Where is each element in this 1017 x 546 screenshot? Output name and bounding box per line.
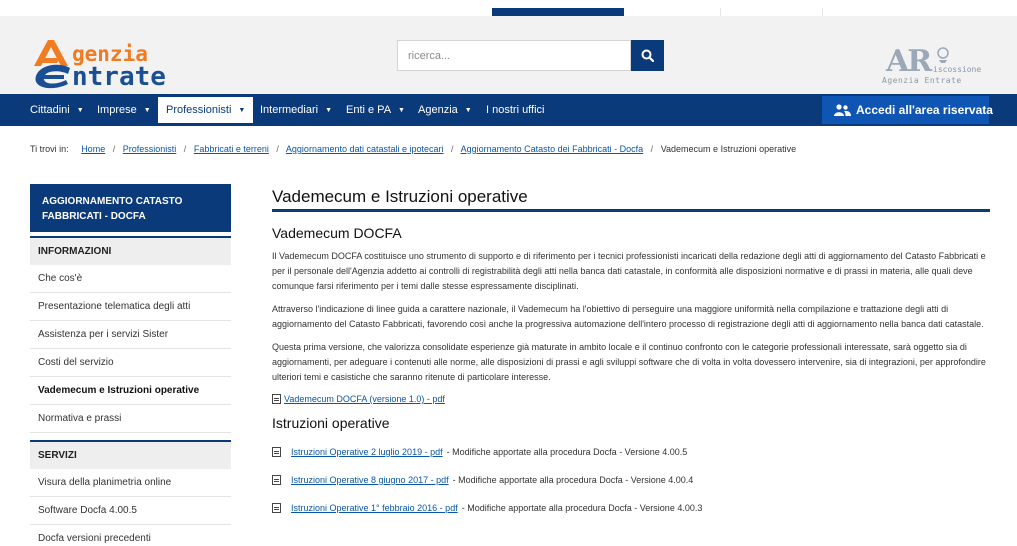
breadcrumb-separator: / (650, 144, 654, 154)
caret-down-icon: ▼ (143, 106, 151, 114)
paragraph: Questa prima versione, che valorizza con… (272, 342, 986, 382)
sidebar-header[interactable]: AGGIORNAMENTO CATASTO FABBRICATI - DOCFA (30, 184, 231, 232)
breadcrumb-separator: / (183, 144, 187, 154)
paragraph: Attraverso l'indicazione di linee guida … (272, 304, 984, 329)
caret-down-icon: ▼ (76, 106, 84, 114)
breadcrumb-link-professionisti[interactable]: Professionisti (123, 144, 177, 154)
sidebar-item-visura[interactable]: Visura della planimetria online (30, 469, 231, 497)
document-icon (272, 447, 281, 457)
list-item: Istruzioni Operative 8 giugno 2017 - pdf… (272, 466, 990, 494)
breadcrumb-separator: / (276, 144, 279, 154)
breadcrumb-link-aggiornamento-dati[interactable]: Aggiornamento dati catastali e ipotecari (286, 144, 444, 154)
agenzia-logo-mark (34, 40, 70, 89)
nav-item-label: Agenzia (418, 104, 458, 116)
sidebar-item-presentazione[interactable]: Presentazione telematica degli atti (30, 293, 231, 321)
document-icon (272, 475, 281, 485)
nav-item-enti-pa[interactable]: Enti e PA ▼ (346, 94, 405, 126)
istruzioni-list: Istruzioni Operative 2 luglio 2019 - pdf… (272, 438, 990, 522)
nav-item-professionisti[interactable]: Professionisti ▼ (158, 97, 254, 123)
top-divider (822, 8, 823, 16)
breadcrumb-link-fabbricati[interactable]: Fabbricati e terreni (194, 144, 269, 154)
search-input[interactable] (398, 41, 630, 70)
section-heading-vademecum: Vademecum DOCFA (272, 225, 402, 241)
reserved-area-label: Accedi all'area riservata (856, 103, 993, 117)
logo-text-line2: ntrate (72, 62, 166, 92)
caret-down-icon: ▼ (238, 106, 246, 114)
search-icon (641, 49, 654, 62)
nav-item-agenzia[interactable]: Agenzia ▼ (418, 94, 472, 126)
ar-logo-letters: AR (886, 44, 932, 79)
paragraph: Il Vademecum DOCFA costituisce uno strum… (272, 251, 986, 291)
breadcrumb-link-docfa[interactable]: Aggiornamento Catasto dei Fabbricati - D… (461, 144, 644, 154)
document-icon (272, 503, 281, 513)
reserved-area-button[interactable]: Accedi all'area riservata (822, 96, 993, 124)
sidebar-section-servizi: SERVIZI (30, 440, 231, 469)
breadcrumb-separator: / (451, 144, 454, 154)
nav-item-label: Cittadini (30, 104, 70, 116)
vademecum-pdf-link[interactable]: Vademecum DOCFA (versione 1.0) - pdf (284, 394, 445, 404)
section-heading-istruzioni: Istruzioni operative (272, 415, 390, 431)
sidebar-item-normativa[interactable]: Normativa e prassi (30, 405, 231, 433)
nav-item-label: Imprese (97, 104, 137, 116)
sidebar-item-che-cose[interactable]: Che cos'è (30, 265, 231, 293)
document-icon (272, 394, 281, 404)
istruzioni-description: - Modifiche apportate alla procedura Doc… (452, 475, 694, 485)
nav-item-label: I nostri uffici (486, 104, 545, 116)
nav-item-label: Enti e PA (346, 104, 392, 116)
caret-down-icon: ▼ (325, 106, 333, 114)
istruzioni-description: - Modifiche apportate alla procedura Doc… (446, 447, 688, 457)
agenzia-riscossione-logo[interactable]: AR iscossione Agenzia Entrate (880, 44, 982, 90)
nav-item-label: Intermediari (260, 104, 319, 116)
istruzioni-pdf-link[interactable]: Istruzioni Operative 8 giugno 2017 - pdf (291, 475, 449, 485)
top-divider (720, 8, 721, 16)
search-field-wrapper (397, 40, 631, 71)
nav-item-cittadini[interactable]: Cittadini ▼ (30, 94, 84, 126)
top-accent-bar (492, 8, 624, 16)
breadcrumb-current: Vademecum e Istruzioni operative (660, 144, 797, 154)
breadcrumb: Ti trovi in: Home / Professionisti / Fab… (30, 144, 796, 154)
caret-down-icon: ▼ (464, 106, 472, 114)
ar-logo-agency-name: Agenzia Entrate (882, 76, 962, 85)
nav-item-nostri-uffici[interactable]: I nostri uffici (486, 94, 545, 126)
sidebar-item-vademecum[interactable]: Vademecum e Istruzioni operative (30, 377, 231, 405)
list-item: Istruzioni Operative 2 luglio 2019 - pdf… (272, 438, 990, 466)
istruzioni-pdf-link[interactable]: Istruzioni Operative 1° febbraio 2016 - … (291, 503, 458, 513)
list-item: Istruzioni Operative 1° febbraio 2016 - … (272, 494, 990, 522)
nav-item-label: Professionisti (166, 104, 232, 116)
sidebar-item-costi[interactable]: Costi del servizio (30, 349, 231, 377)
nav-item-intermediari[interactable]: Intermediari ▼ (260, 94, 332, 126)
sidebar-item-versioni[interactable]: Docfa versioni precedenti (30, 525, 231, 546)
sidebar-item-software[interactable]: Software Docfa 4.00.5 (30, 497, 231, 525)
caret-down-icon: ▼ (398, 106, 405, 114)
sidebar: AGGIORNAMENTO CATASTO FABBRICATI - DOCFA… (30, 184, 231, 546)
sidebar-section-informazioni: INFORMAZIONI (30, 236, 231, 265)
ar-logo-subtitle: iscossione (933, 65, 982, 74)
vademecum-download: Vademecum DOCFA (versione 1.0) - pdf (272, 394, 990, 404)
istruzioni-description: - Modifiche apportate alla procedura Doc… (461, 503, 703, 513)
breadcrumb-separator: / (112, 144, 116, 154)
main-content: Vademecum e Istruzioni operative Vademec… (272, 186, 990, 522)
search-button[interactable] (631, 40, 664, 71)
page-title: Vademecum e Istruzioni operative (272, 186, 990, 212)
sidebar-item-assistenza[interactable]: Assistenza per i servizi Sister (30, 321, 231, 349)
users-icon (834, 104, 851, 116)
istruzioni-pdf-link[interactable]: Istruzioni Operative 2 luglio 2019 - pdf (291, 447, 443, 457)
nav-item-imprese[interactable]: Imprese ▼ (97, 94, 151, 126)
breadcrumb-prefix: Ti trovi in: (30, 144, 69, 154)
breadcrumb-link-home[interactable]: Home (81, 144, 105, 154)
agenzia-entrate-logo[interactable]: genzia ntrate (30, 38, 210, 94)
emblem-icon (937, 47, 949, 63)
